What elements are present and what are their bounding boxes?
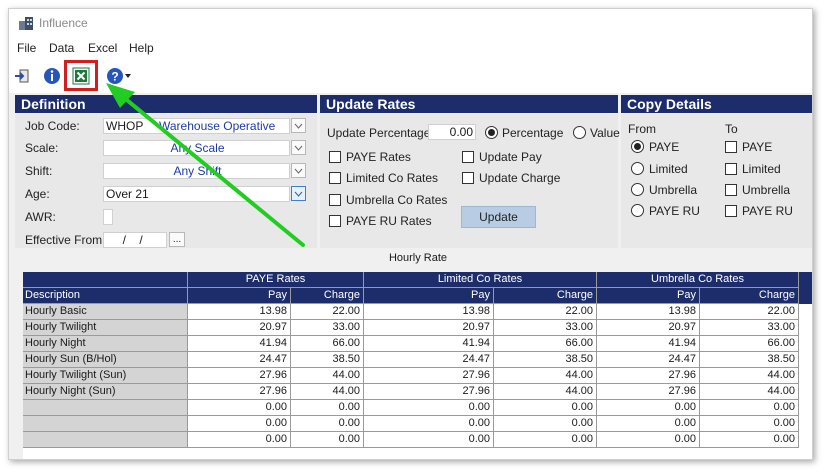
annotation-arrow <box>106 83 305 247</box>
